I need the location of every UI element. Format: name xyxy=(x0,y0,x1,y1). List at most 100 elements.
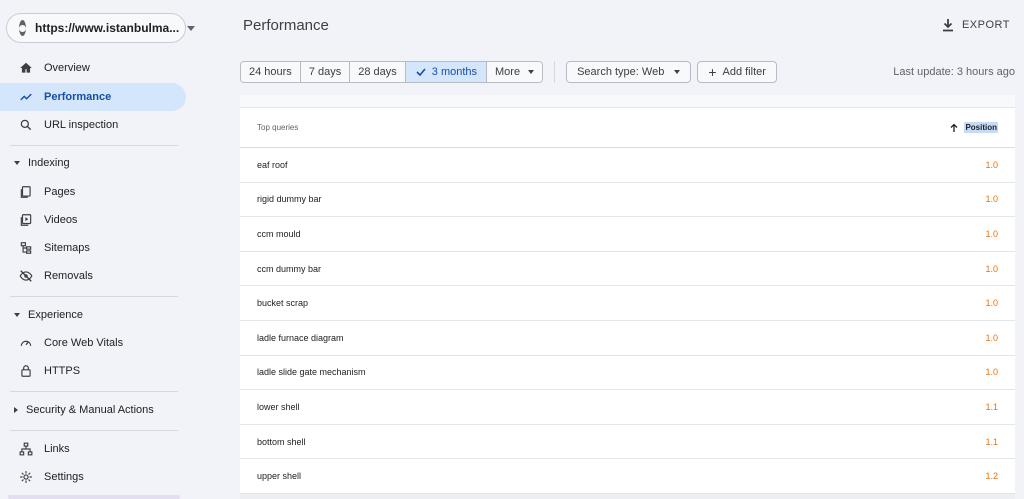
column-header-label: Position xyxy=(964,122,998,133)
section-title: Experience xyxy=(28,309,84,321)
visibility-off-icon xyxy=(18,268,34,284)
query-cell: upper shell xyxy=(257,471,302,482)
position-cell: 1.0 xyxy=(985,332,998,343)
range-3-months[interactable]: 3 months xyxy=(405,62,488,82)
table-row[interactable]: bucket scrap 1.0 xyxy=(240,286,1015,321)
table-top-band xyxy=(240,95,1015,108)
range-7-days[interactable]: 7 days xyxy=(300,62,351,82)
divider xyxy=(554,61,556,83)
lock-icon xyxy=(18,363,34,379)
add-filter-label: Add filter xyxy=(722,66,766,78)
sidebar-item-sitemaps[interactable]: Sitemaps xyxy=(0,234,186,262)
table-row[interactable]: ladle slide gate mechanism 1.0 xyxy=(240,356,1015,391)
property-label: https://www.istanbulma... xyxy=(35,21,180,35)
sidebar-item-label: Links xyxy=(44,443,70,455)
caret-down-icon xyxy=(14,161,20,165)
position-cell: 1.0 xyxy=(985,159,998,170)
range-label: 28 days xyxy=(358,66,397,78)
range-28-days[interactable]: 28 days xyxy=(350,62,406,82)
sidebar-item-label: Removals xyxy=(44,270,93,282)
range-label: More xyxy=(495,66,521,78)
table-row[interactable]: bottom shell 1.1 xyxy=(240,425,1015,460)
sidebar-item-settings[interactable]: Settings xyxy=(0,463,186,491)
position-cell: 1.1 xyxy=(985,401,998,412)
position-cell: 1.0 xyxy=(985,263,998,274)
position-cell: 1.0 xyxy=(985,228,998,239)
sidebar-item-performance[interactable]: Performance xyxy=(0,83,186,111)
export-button[interactable]: EXPORT xyxy=(942,18,1010,32)
queries-table: Top queries Position eaf roof 1.0 rigid d… xyxy=(240,95,1015,499)
sidebar-item-https[interactable]: HTTPS xyxy=(0,357,186,385)
sidebar-item-label: Settings xyxy=(44,471,84,483)
divider xyxy=(10,391,178,392)
sidebar-item-core-web-vitals[interactable]: Core Web Vitals xyxy=(0,329,186,357)
divider xyxy=(10,296,178,297)
query-cell: ccm dummy bar xyxy=(257,263,322,274)
sidebar-item-pages[interactable]: Pages xyxy=(0,178,186,206)
section-experience[interactable]: Experience xyxy=(0,303,186,327)
section-security[interactable]: Security & Manual Actions xyxy=(0,398,186,422)
column-header-position[interactable]: Position xyxy=(950,122,998,133)
sidebar-item-url-inspection[interactable]: URL inspection xyxy=(0,111,186,139)
home-icon xyxy=(18,60,34,76)
sidebar-item-label: Core Web Vitals xyxy=(44,337,124,349)
range-more[interactable]: More xyxy=(487,62,543,82)
table-header: Top queries Position xyxy=(240,108,1015,148)
table-row[interactable]: upper shell 1.2 xyxy=(240,459,1015,494)
trending-up-icon xyxy=(18,89,34,105)
property-icon xyxy=(19,20,26,36)
sidebar: https://www.istanbulma... Overview Perfo… xyxy=(0,0,196,499)
filter-toolbar: 24 hours 7 days 28 days 3 months More Se… xyxy=(240,61,783,83)
search-type-dropdown[interactable]: Search type: Web xyxy=(566,61,692,83)
video-icon xyxy=(18,212,34,228)
query-cell: ladle slide gate mechanism xyxy=(257,367,366,378)
sidebar-item-overview[interactable]: Overview xyxy=(0,54,186,82)
search-type-label: Search type: Web xyxy=(577,66,665,78)
last-update-text: Last update: 3 hours ago xyxy=(893,66,1015,78)
caret-down-icon xyxy=(14,313,20,317)
sidebar-scroll-indicator xyxy=(8,495,180,499)
search-icon xyxy=(18,117,34,133)
date-range-selector: 24 hours 7 days 28 days 3 months More xyxy=(240,61,544,83)
chevron-down-icon xyxy=(528,70,535,74)
table-row[interactable]: lower shell 1.1 xyxy=(240,390,1015,425)
add-filter-button[interactable]: + Add filter xyxy=(697,61,777,83)
divider xyxy=(10,145,178,146)
table-row[interactable]: ccm dummy bar 1.0 xyxy=(240,252,1015,287)
position-cell: 1.0 xyxy=(985,367,998,378)
query-cell: lower shell xyxy=(257,401,300,412)
table-row[interactable]: ccm mould 1.0 xyxy=(240,217,1015,252)
query-cell: ladle furnace diagram xyxy=(257,332,344,343)
position-cell: 1.2 xyxy=(985,471,998,482)
section-title: Indexing xyxy=(28,157,70,169)
table-row[interactable]: ladle furnace diagram 1.0 xyxy=(240,321,1015,356)
range-24-hours[interactable]: 24 hours xyxy=(241,62,301,82)
column-header-queries[interactable]: Top queries xyxy=(257,123,298,132)
sidebar-item-label: Sitemaps xyxy=(44,242,90,254)
query-cell: bucket scrap xyxy=(257,298,309,309)
divider xyxy=(10,430,178,431)
sidebar-item-links[interactable]: Links xyxy=(0,435,186,463)
sidebar-item-removals[interactable]: Removals xyxy=(0,262,186,290)
query-cell: eaf roof xyxy=(257,159,288,170)
links-icon xyxy=(18,441,34,457)
section-indexing[interactable]: Indexing xyxy=(0,151,186,175)
pages-icon xyxy=(18,184,34,200)
range-label: 24 hours xyxy=(249,66,292,78)
check-icon xyxy=(416,68,426,76)
sitemap-icon xyxy=(18,240,34,256)
table-row[interactable]: eaf roof 1.0 xyxy=(240,148,1015,183)
query-cell: rigid dummy bar xyxy=(257,194,322,205)
sidebar-item-label: URL inspection xyxy=(44,119,119,131)
sidebar-item-label: Performance xyxy=(44,91,112,103)
section-title: Security & Manual Actions xyxy=(26,404,154,416)
sidebar-item-label: Pages xyxy=(44,186,76,198)
sidebar-item-videos[interactable]: Videos xyxy=(0,206,186,234)
position-cell: 1.0 xyxy=(985,194,998,205)
page-title: Performance xyxy=(243,17,329,34)
property-selector[interactable]: https://www.istanbulma... xyxy=(6,13,196,43)
gear-icon xyxy=(18,469,34,485)
download-icon xyxy=(942,19,953,32)
position-cell: 1.0 xyxy=(985,298,998,309)
table-row[interactable]: rigid dummy bar 1.0 xyxy=(240,183,1015,218)
